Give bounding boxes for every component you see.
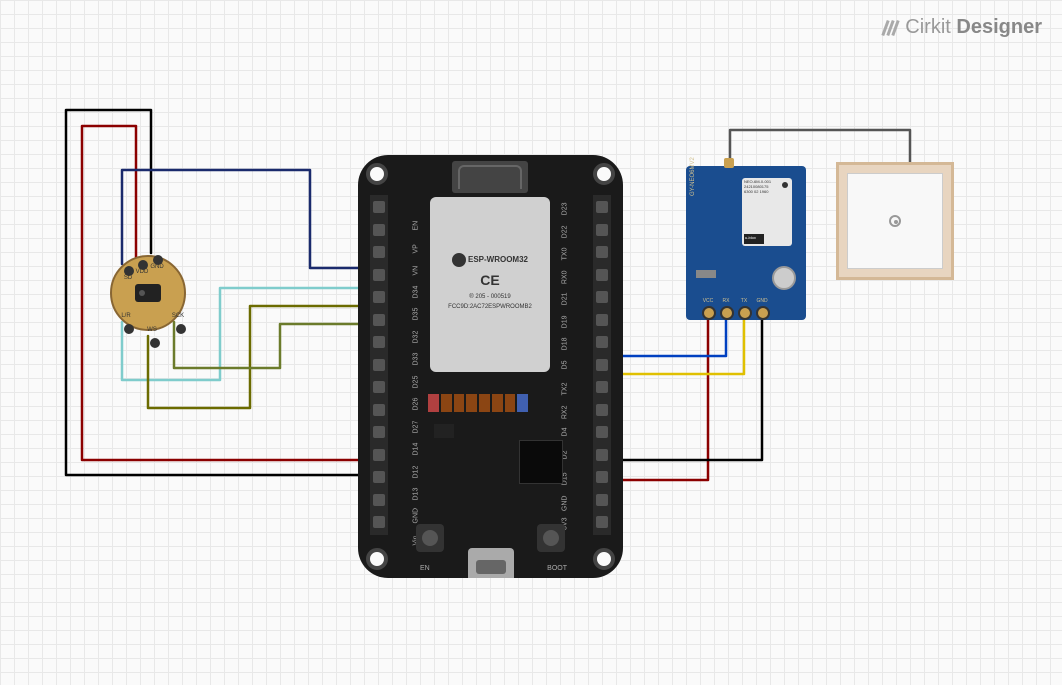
ublox-brand-label: u-blox (744, 234, 764, 244)
mcu-chip-icon (519, 440, 563, 484)
esp32-pin-d27[interactable] (373, 404, 385, 416)
esp32-pin-d34[interactable] (373, 269, 385, 281)
shield-text: ESP-WROOM32 CE ® 205 - 000519 FCC9D:2AC7… (436, 253, 544, 311)
app-logo-text: Cirkit Designer (905, 16, 1042, 39)
gps-pin-rx[interactable] (720, 306, 734, 320)
boot-button-label: BOOT (547, 565, 567, 572)
mic-pin-label: L/R (118, 313, 134, 319)
esp32-pin-gnd[interactable] (596, 494, 608, 506)
gps-tx-to-esp-rx2[interactable] (616, 320, 744, 374)
mic-pin-label: VDD (134, 269, 150, 275)
esp32-pin-tx0[interactable] (596, 246, 608, 258)
wifi-icon (452, 253, 466, 267)
esp32-pin-vp[interactable] (373, 224, 385, 236)
antenna-feed-icon (889, 215, 901, 227)
esp32-pin-d19[interactable] (596, 314, 608, 326)
antenna-patch (847, 173, 943, 269)
esp32-pin-d15[interactable] (596, 471, 608, 483)
gps-chip-label: NEO-6M-0-001 24210080175 6300 02 1960 (744, 180, 771, 194)
pin-header-right: 3V3GNDD15D2D4RX2TX2D5D18D19D21RX0TX0D22D… (593, 195, 611, 535)
gps-pin-vcc[interactable] (702, 306, 716, 320)
mic-ws-to-esp-d25[interactable] (148, 306, 367, 408)
esp32-pin-3v3[interactable] (596, 516, 608, 528)
esp32-pin-d18[interactable] (596, 336, 608, 348)
esp32-pin-d33[interactable] (373, 336, 385, 348)
en-button-label: EN (420, 565, 430, 572)
esp32-pin-d25[interactable] (373, 359, 385, 371)
gps-rx-to-esp-tx2[interactable] (616, 320, 726, 356)
esp32-antenna-icon (452, 161, 528, 193)
backup-battery-icon (772, 266, 796, 290)
circuit-canvas[interactable]: Cirkit Designer ESP-WROOM32 CE ® 205 - 0… (0, 0, 1062, 685)
mount-hole-icon (366, 548, 388, 570)
esp32-pin-rx2[interactable] (596, 404, 608, 416)
esp32-boot-button[interactable] (537, 524, 565, 552)
esp32-en-button[interactable] (416, 524, 444, 552)
gps-pin-tx[interactable] (738, 306, 752, 320)
component-i2s-mic[interactable]: SDVDDGND L/R WS SCK (110, 255, 186, 331)
regulator-icon (434, 424, 454, 438)
pin-label: EN (413, 203, 420, 231)
gps-pin-row (702, 306, 770, 320)
app-logo: Cirkit Designer (884, 16, 1042, 39)
esp32-pin-d35[interactable] (373, 291, 385, 303)
smd-component-icon (696, 270, 716, 278)
gps-gnd-to-esp-gnd[interactable] (616, 320, 762, 460)
gps-pin-gnd[interactable] (756, 306, 770, 320)
gps-chip: NEO-6M-0-001 24210080175 6300 02 1960 u-… (742, 178, 792, 246)
esp32-pin-d21[interactable] (596, 291, 608, 303)
pin-header-left: VinGNDD13D12D14D27D26D25D33D32D35D34VNVP… (370, 195, 388, 535)
mic-pin-ws[interactable] (150, 338, 160, 348)
mic-sck-to-esp-d26[interactable] (174, 322, 367, 368)
esp32-pin-rx0[interactable] (596, 269, 608, 281)
esp32-pin-gnd[interactable] (373, 494, 385, 506)
mount-hole-icon (593, 548, 615, 570)
component-gps-antenna[interactable] (836, 162, 954, 280)
mount-hole-icon (366, 163, 388, 185)
pin-label: D23 (562, 203, 569, 231)
sma-connector-icon (724, 158, 734, 168)
cirkit-logo-icon (884, 20, 897, 36)
gps-board-label: GY-NEO6MV2 (690, 157, 696, 196)
gps-pin-labels: VCCRXTXGND (700, 298, 770, 304)
esp32-pin-d5[interactable] (596, 359, 608, 371)
mic-pin-label: GND (149, 264, 165, 270)
esp32-pin-tx2[interactable] (596, 381, 608, 393)
mic-port-icon (135, 284, 161, 302)
esp32-pin-d32[interactable] (373, 314, 385, 326)
component-esp32[interactable]: ESP-WROOM32 CE ® 205 - 000519 FCC9D:2AC7… (358, 155, 623, 578)
chip-orientation-dot-icon (782, 182, 788, 188)
esp32-pin-d2[interactable] (596, 449, 608, 461)
mic-pin-label: SD (120, 275, 136, 281)
esp32-pin-d4[interactable] (596, 426, 608, 438)
resistor-row-icon (428, 394, 528, 412)
esp32-shield: ESP-WROOM32 CE ® 205 - 000519 FCC9D:2AC7… (430, 197, 550, 372)
mic-pin-sck[interactable] (176, 324, 186, 334)
component-gps-neo6m[interactable]: GY-NEO6MV2 NEO-6M-0-001 24210080175 6300… (686, 166, 806, 320)
esp32-pin-vin[interactable] (373, 516, 385, 528)
esp32-pin-d22[interactable] (596, 224, 608, 236)
esp32-pin-d26[interactable] (373, 381, 385, 393)
esp32-pin-d12[interactable] (373, 449, 385, 461)
mount-hole-icon (593, 163, 615, 185)
mic-pin-label: WS (144, 327, 160, 333)
esp32-pin-vn[interactable] (373, 246, 385, 258)
esp32-pin-d23[interactable] (596, 201, 608, 213)
mic-sd-to-esp-d32[interactable] (122, 170, 367, 268)
esp32-pin-d14[interactable] (373, 426, 385, 438)
mic-pin-l-r[interactable] (124, 324, 134, 334)
gps-vcc-to-esp-3v3[interactable] (616, 320, 708, 480)
usb-port-icon (468, 548, 514, 578)
esp32-pin-d13[interactable] (373, 471, 385, 483)
esp32-pin-en[interactable] (373, 201, 385, 213)
antenna-cable[interactable] (730, 130, 910, 162)
mic-pin-label: SCK (170, 313, 186, 319)
